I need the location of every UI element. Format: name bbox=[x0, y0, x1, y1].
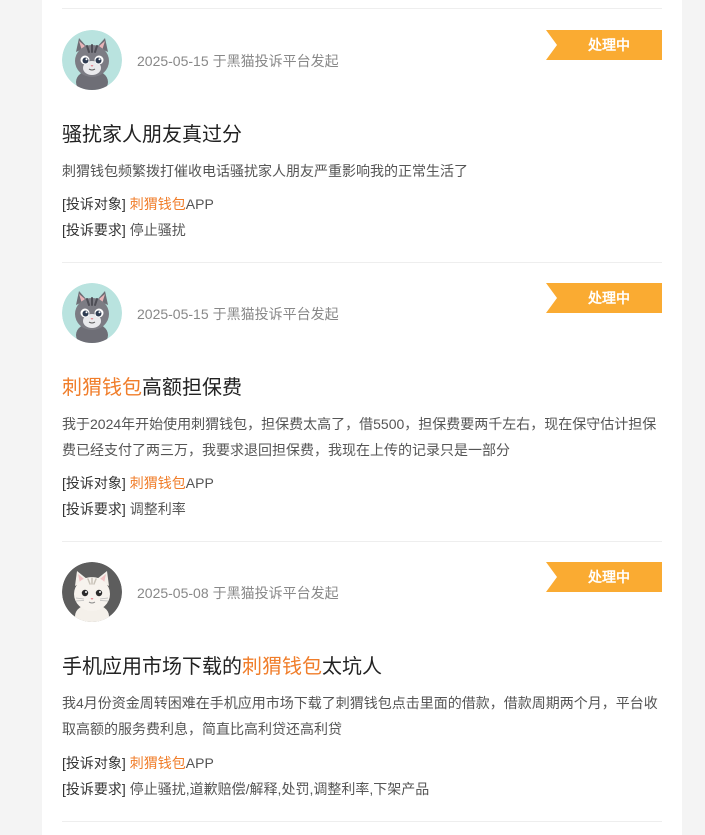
complaint-card[interactable]: 2025-05-15 于黑猫投诉平台发起 处理中 骚扰家人朋友真过分 刺猬钱包频繁… bbox=[62, 30, 662, 242]
target-company-link[interactable]: 刺猬钱包 bbox=[130, 475, 186, 491]
demand-value: 调整利率 bbox=[129, 501, 186, 517]
complaint-source: 于黑猫投诉平台发起 bbox=[212, 306, 339, 322]
complaint-title[interactable]: 骚扰家人朋友真过分 bbox=[62, 118, 242, 147]
target-label: [投诉对象] bbox=[62, 755, 126, 771]
complaint-meta: 2025-05-08 于黑猫投诉平台发起 bbox=[137, 583, 339, 603]
complaint-demand-row: [投诉要求] 停止骚扰 bbox=[62, 220, 186, 240]
complaint-source: 于黑猫投诉平台发起 bbox=[212, 53, 339, 69]
gray-tabby-cat-avatar-icon bbox=[62, 283, 122, 343]
complaint-date: 2025-05-15 bbox=[137, 53, 209, 69]
status-badge: 处理中 bbox=[546, 562, 662, 592]
demand-label: [投诉要求] bbox=[62, 781, 126, 797]
title-highlight: 刺猬钱包 bbox=[242, 656, 322, 678]
target-label: [投诉对象] bbox=[62, 196, 126, 212]
card-divider bbox=[62, 541, 662, 542]
title-prefix: 骚扰家人朋友真过分 bbox=[62, 124, 242, 146]
complaint-title[interactable]: 刺猬钱包高额担保费 bbox=[62, 371, 242, 400]
target-company-link[interactable]: 刺猬钱包 bbox=[130, 196, 186, 212]
demand-value: 停止骚扰 bbox=[129, 222, 186, 238]
title-suffix: 高额担保费 bbox=[142, 377, 242, 399]
complaint-meta: 2025-05-15 于黑猫投诉平台发起 bbox=[137, 51, 339, 71]
status-badge: 处理中 bbox=[546, 30, 662, 60]
complaint-target-row: [投诉对象] 刺猬钱包APP bbox=[62, 753, 214, 773]
complaint-card[interactable]: 2025-05-08 于黑猫投诉平台发起 处理中 手机应用市场下载的刺猬钱包太坑人… bbox=[62, 562, 662, 802]
complaint-card[interactable]: 2025-05-15 于黑猫投诉平台发起 处理中 刺猬钱包高额担保费 我于2024… bbox=[62, 283, 662, 523]
top-divider bbox=[62, 8, 662, 9]
complaint-target-row: [投诉对象] 刺猬钱包APP bbox=[62, 473, 214, 493]
demand-label: [投诉要求] bbox=[62, 501, 126, 517]
complaint-date: 2025-05-15 bbox=[137, 306, 209, 322]
target-label: [投诉对象] bbox=[62, 475, 126, 491]
complaint-demand-row: [投诉要求] 停止骚扰,道歉赔偿/解释,处罚,调整利率,下架产品 bbox=[62, 779, 429, 799]
complaint-list-panel: 2025-05-15 于黑猫投诉平台发起 处理中 骚扰家人朋友真过分 刺猬钱包频繁… bbox=[42, 0, 682, 835]
complaint-meta: 2025-05-15 于黑猫投诉平台发起 bbox=[137, 304, 339, 324]
demand-label: [投诉要求] bbox=[62, 222, 126, 238]
card-divider bbox=[62, 821, 662, 822]
target-company-link[interactable]: 刺猬钱包 bbox=[130, 755, 186, 771]
card-divider bbox=[62, 262, 662, 263]
target-suffix: APP bbox=[185, 755, 214, 771]
demand-value: 停止骚扰,道歉赔偿/解释,处罚,调整利率,下架产品 bbox=[129, 781, 430, 797]
complaint-demand-row: [投诉要求] 调整利率 bbox=[62, 499, 186, 519]
complaint-target-row: [投诉对象] 刺猬钱包APP bbox=[62, 194, 214, 214]
title-prefix: 手机应用市场下载的 bbox=[62, 656, 242, 678]
complaint-title[interactable]: 手机应用市场下载的刺猬钱包太坑人 bbox=[62, 650, 382, 679]
title-highlight: 刺猬钱包 bbox=[62, 377, 142, 399]
complaint-description: 刺猬钱包频繁拨打催收电话骚扰家人朋友严重影响我的正常生活了 bbox=[62, 163, 468, 179]
white-cat-avatar-icon bbox=[62, 562, 122, 622]
title-suffix: 太坑人 bbox=[322, 656, 382, 678]
complaint-source: 于黑猫投诉平台发起 bbox=[212, 585, 339, 601]
target-suffix: APP bbox=[185, 196, 214, 212]
complaint-description: 我于2024年开始使用刺猬钱包，担保费太高了，借5500，担保费要两千左右，现在… bbox=[62, 416, 657, 458]
status-badge: 处理中 bbox=[546, 283, 662, 313]
complaint-date: 2025-05-08 bbox=[137, 585, 209, 601]
gray-tabby-cat-avatar-icon bbox=[62, 30, 122, 90]
target-suffix: APP bbox=[185, 475, 214, 491]
complaint-description: 我4月份资金周转困难在手机应用市场下载了刺猬钱包点击里面的借款，借款周期两个月，… bbox=[62, 695, 658, 737]
